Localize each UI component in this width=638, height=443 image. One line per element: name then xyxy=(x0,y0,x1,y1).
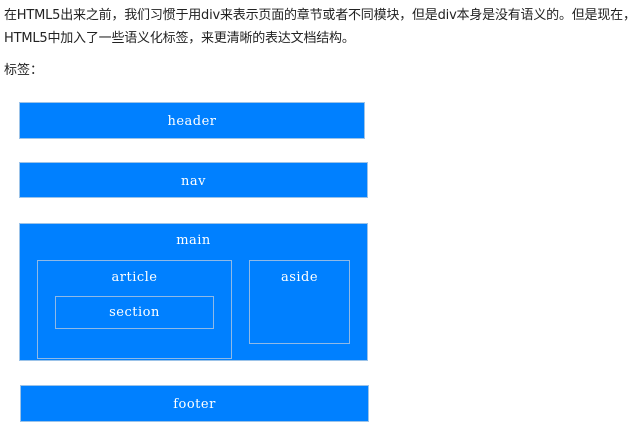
article-box: article section xyxy=(37,260,232,359)
footer-box: footer xyxy=(20,385,369,422)
intro-line-2: HTML5中加入了一些语义化标签，来更清晰的表达文档结构。 xyxy=(4,31,355,46)
intro-paragraph: 在HTML5出来之前，我们习惯于用div来表示页面的章节或者不同模块，但是div… xyxy=(4,4,636,50)
footer-label: footer xyxy=(173,397,216,412)
article-label: article xyxy=(111,270,158,285)
main-box: main article section aside xyxy=(19,223,368,361)
header-box: header xyxy=(19,102,365,139)
section-box: section xyxy=(55,296,214,329)
intro-line-1: 在HTML5出来之前，我们习惯于用div来表示页面的章节或者不同模块，但是div… xyxy=(4,8,636,23)
section-label: section xyxy=(109,305,160,320)
tags-label: 标签： xyxy=(4,63,44,78)
aside-box: aside xyxy=(249,260,350,344)
nav-box: nav xyxy=(19,162,368,198)
nav-label: nav xyxy=(181,174,206,189)
aside-label: aside xyxy=(280,270,319,285)
header-label: header xyxy=(167,114,217,129)
main-label: main xyxy=(176,233,211,248)
